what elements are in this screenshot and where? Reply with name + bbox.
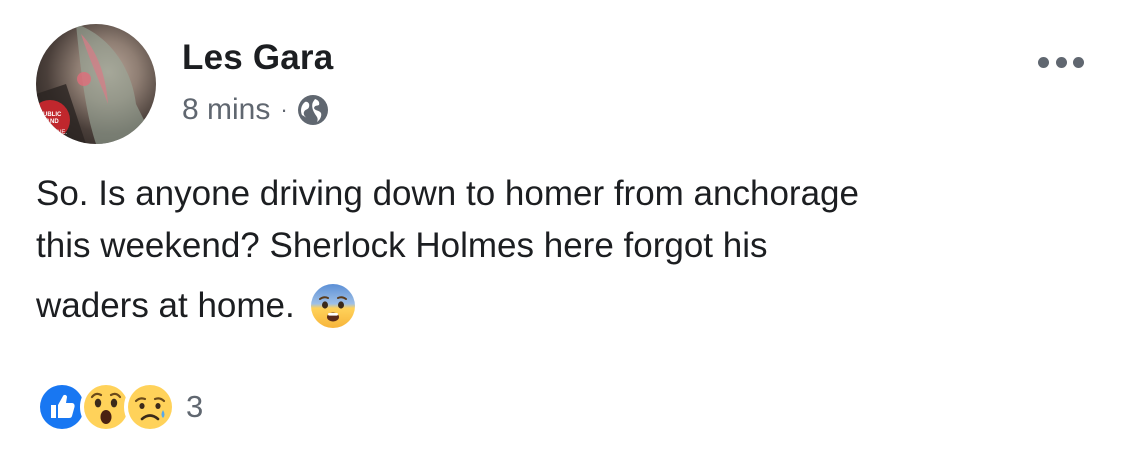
reactions-bar[interactable]: 3	[36, 381, 203, 433]
more-dot	[1055, 56, 1067, 68]
meta-separator: ·	[280, 97, 288, 122]
author-avatar[interactable]: PUBLIC LAND G MINE. ACE	[36, 24, 156, 144]
post-timestamp[interactable]: 8 mins	[182, 93, 270, 127]
globe-icon[interactable]	[296, 93, 330, 127]
post-body: So. Is anyone driving down to homer from…	[36, 168, 1096, 332]
more-options-icon[interactable]	[1038, 52, 1084, 72]
more-dot	[1038, 56, 1049, 68]
post-text-line: waders at home.	[36, 280, 357, 332]
more-dot	[1073, 56, 1084, 68]
svg-text:LAND: LAND	[42, 119, 59, 125]
post-card: PUBLIC LAND G MINE. ACE Les Gara 8 mins …	[0, 0, 1122, 463]
reaction-count[interactable]: 3	[186, 389, 203, 425]
post-text-segment: waders at home.	[36, 286, 295, 325]
svg-text:ACE: ACE	[52, 137, 64, 143]
svg-text:G MINE.: G MINE.	[44, 130, 67, 136]
svg-text:PUBLIC: PUBLIC	[39, 112, 62, 118]
post-text-line: So. Is anyone driving down to homer from…	[36, 174, 859, 213]
avatar-photo: PUBLIC LAND G MINE. ACE	[36, 24, 156, 144]
post-meta: 8 mins ·	[182, 90, 330, 130]
sad-icon	[124, 381, 176, 433]
post-text-line: this weekend? Sherlock Holmes here forgo…	[36, 226, 768, 265]
fearful-face-emoji-icon	[309, 282, 357, 330]
author-name[interactable]: Les Gara	[182, 38, 333, 78]
